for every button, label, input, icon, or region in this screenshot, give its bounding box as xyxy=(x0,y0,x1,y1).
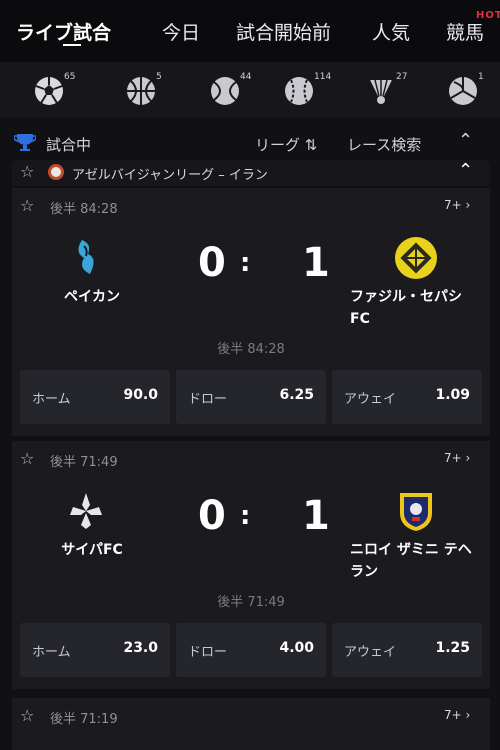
away-team-name: ファジル・セパシ FC xyxy=(350,289,462,327)
league-row[interactable]: ☆ アゼルバイジャンリーグ – イラン ⌃ xyxy=(12,160,490,186)
badminton-icon xyxy=(370,79,392,104)
tab-today[interactable]: 今日 xyxy=(162,18,200,45)
odds-home-button[interactable]: ホーム 23.0 xyxy=(20,623,170,677)
sport-baseball[interactable]: 114 xyxy=(284,72,344,112)
away-score: 1 xyxy=(302,240,330,286)
sport-count: 27 xyxy=(396,72,408,82)
top-nav: ライブ試合 今日 試合開始前 人気 競馬 HOT xyxy=(0,0,500,62)
odds-label: アウェイ xyxy=(344,645,397,660)
tab-popular[interactable]: 人気 xyxy=(372,18,410,45)
match-card[interactable]: ☆ 後半 71:49 7+ › サイパFC 0 : 1 ニロイ ザミニ テヘラン… xyxy=(12,441,490,689)
sport-volleyball[interactable]: 1 xyxy=(448,72,500,112)
odds-value: 23.0 xyxy=(123,640,158,656)
odds-label: アウェイ xyxy=(344,392,397,407)
sport-badminton[interactable]: 27 xyxy=(366,72,426,112)
match-time-center: 後半 71:49 xyxy=(217,595,285,610)
league-sort-button[interactable]: リーグ ⇅ xyxy=(255,134,317,155)
match-time: 後半 71:49 xyxy=(50,455,118,470)
home-team-logo xyxy=(78,240,94,274)
sport-count: 65 xyxy=(64,72,76,82)
home-team-logo xyxy=(70,493,102,529)
match-time: 後半 71:19 xyxy=(50,712,118,727)
favorite-star-icon[interactable]: ☆ xyxy=(20,162,34,181)
volleyball-icon xyxy=(449,77,477,105)
odds-label: ホーム xyxy=(32,645,71,660)
odds-draw-button[interactable]: ドロー 4.00 xyxy=(176,623,326,677)
collapse-all-icon[interactable]: ⌃ xyxy=(458,130,473,151)
basketball-icon xyxy=(127,77,155,105)
live-section-header: 試合中 リーグ ⇅ レース検索 ⌃ xyxy=(0,126,500,160)
odds-away-button[interactable]: アウェイ 1.25 xyxy=(332,623,482,677)
sport-count: 1 xyxy=(478,72,484,82)
sport-basketball[interactable]: 5 xyxy=(126,72,186,112)
soccer-ball-icon xyxy=(35,77,63,105)
league-flag-icon xyxy=(48,164,64,180)
odds-label: ドロー xyxy=(188,645,228,660)
odds-label: ホーム xyxy=(32,392,71,407)
score-separator: : xyxy=(240,501,251,531)
away-score: 1 xyxy=(302,493,330,539)
favorite-star-icon[interactable]: ☆ xyxy=(20,196,34,215)
away-team-name: ニロイ ザミニ テヘラン xyxy=(350,542,472,580)
trophy-icon xyxy=(14,134,36,151)
favorite-star-icon[interactable]: ☆ xyxy=(20,706,34,725)
odds-home-button[interactable]: ホーム 90.0 xyxy=(20,370,170,424)
hot-badge: HOT xyxy=(476,10,500,21)
tab-live[interactable]: ライブ試合 xyxy=(16,18,111,45)
sport-count: 44 xyxy=(240,72,252,82)
odds-away-button[interactable]: アウェイ 1.09 xyxy=(332,370,482,424)
sport-tennis[interactable]: 44 xyxy=(210,72,270,112)
more-markets-link[interactable]: 7+ › xyxy=(444,198,470,212)
odds-draw-button[interactable]: ドロー 6.25 xyxy=(176,370,326,424)
away-team-logo xyxy=(395,237,437,279)
sport-count: 5 xyxy=(156,72,162,82)
favorite-star-icon[interactable]: ☆ xyxy=(20,449,34,468)
sport-count: 114 xyxy=(314,72,332,82)
odds-value: 1.09 xyxy=(435,387,470,403)
home-score: 0 xyxy=(198,240,226,286)
odds-value: 90.0 xyxy=(123,387,158,403)
home-score: 0 xyxy=(198,493,226,539)
home-team-name: サイパFC xyxy=(61,542,123,558)
odds-value: 4.00 xyxy=(279,640,314,656)
live-section-title: 試合中 xyxy=(46,136,92,154)
match-card[interactable]: ☆ 後半 84:28 7+ › ペイカン 0 : 1 ファジル・セパシ FC 後… xyxy=(12,188,490,436)
chevron-up-icon[interactable]: ⌃ xyxy=(458,160,473,181)
tab-horse-racing[interactable]: 競馬 xyxy=(446,18,484,45)
active-tab-indicator xyxy=(63,44,81,46)
sport-filter-bar: 65 5 44 114 27 1 xyxy=(0,62,500,118)
match-time: 後半 84:28 xyxy=(50,202,118,217)
odds-label: ドロー xyxy=(188,392,228,407)
match-card[interactable]: ☆ 後半 71:19 7+ › xyxy=(12,698,490,750)
baseball-icon xyxy=(285,77,313,105)
away-team-logo xyxy=(400,493,432,531)
score-separator: : xyxy=(240,248,251,278)
sport-soccer[interactable]: 65 xyxy=(34,72,94,112)
odds-value: 6.25 xyxy=(279,387,314,403)
home-team-name: ペイカン xyxy=(64,289,120,305)
match-time-center: 後半 84:28 xyxy=(217,342,285,357)
league-name: アゼルバイジャンリーグ – イラン xyxy=(72,168,268,183)
tab-upcoming[interactable]: 試合開始前 xyxy=(236,18,331,45)
race-search-button[interactable]: レース検索 xyxy=(347,134,421,155)
more-markets-link[interactable]: 7+ › xyxy=(444,451,470,465)
odds-value: 1.25 xyxy=(435,640,470,656)
tennis-ball-icon xyxy=(211,77,239,105)
more-markets-link[interactable]: 7+ › xyxy=(444,708,470,722)
